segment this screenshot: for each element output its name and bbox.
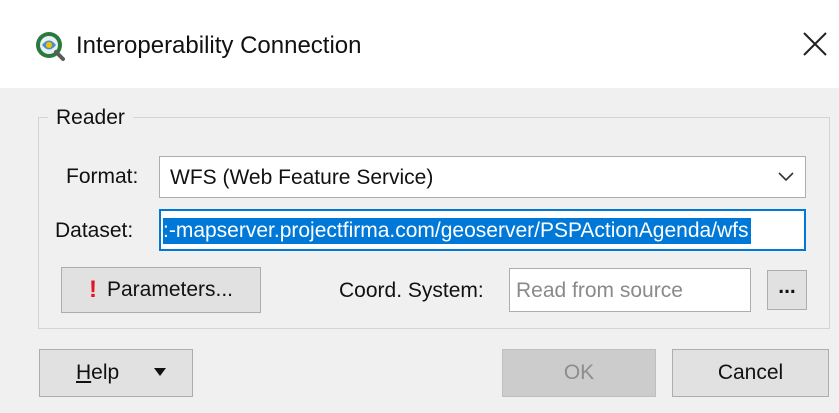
warning-icon: !	[88, 276, 97, 303]
coord-system-placeholder: Read from source	[516, 279, 683, 302]
dataset-selected-text: :-mapserver.projectfirma.com/geoserver/P…	[163, 218, 751, 244]
qgis-globe-icon	[36, 32, 65, 61]
format-select[interactable]: WFS (Web Feature Service)	[159, 156, 806, 198]
coord-system-label: Coord. System:	[339, 279, 484, 302]
parameters-button-label: Parameters...	[106, 278, 234, 301]
help-button-label: Help	[76, 361, 120, 384]
window-title: Interoperability Connection	[76, 32, 362, 59]
coord-system-browse-button[interactable]: ...	[767, 270, 807, 310]
close-icon	[803, 32, 827, 56]
format-label: Format:	[66, 165, 139, 188]
coord-system-input[interactable]: Read from source	[509, 268, 751, 312]
chevron-down-icon	[778, 172, 794, 182]
close-button[interactable]	[795, 24, 835, 64]
parameters-button[interactable]: ! Parameters...	[61, 267, 261, 313]
title-bar: Interoperability Connection	[0, 0, 839, 88]
format-selected-value: WFS (Web Feature Service)	[170, 166, 434, 189]
dataset-input[interactable]: :-mapserver.projectfirma.com/geoserver/P…	[159, 209, 806, 251]
dropdown-arrow-icon[interactable]	[154, 368, 166, 376]
dataset-label: Dataset:	[55, 219, 134, 242]
help-button[interactable]: Help	[39, 349, 193, 397]
cancel-button[interactable]: Cancel	[672, 349, 829, 397]
reader-group-label: Reader	[48, 106, 133, 130]
ok-button[interactable]: OK	[502, 349, 656, 397]
dialog-window: Interoperability Connection Reader Forma…	[0, 0, 839, 413]
